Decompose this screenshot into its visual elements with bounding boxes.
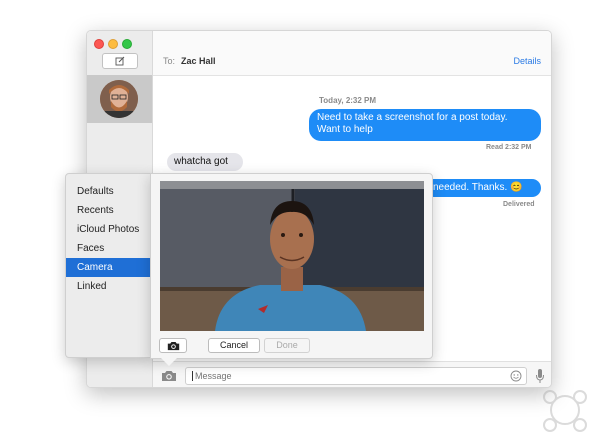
cancel-button[interactable]: Cancel [208,338,260,353]
close-window-button[interactable] [94,39,104,49]
outgoing-message-text: needed. Thanks. [433,182,511,193]
menu-item-recents[interactable]: Recents [66,201,150,220]
read-receipt: Read 2:32 PM [486,144,532,151]
menu-item-linked[interactable]: Linked [66,277,150,296]
outgoing-message-line: Need to take a screenshot for a post tod… [317,112,508,123]
minimize-window-button[interactable] [108,39,118,49]
to-label: To: [163,56,176,66]
take-photo-button[interactable] [159,338,187,353]
outgoing-message: Need to take a screenshot for a post tod… [309,109,541,141]
menu-item-defaults[interactable]: Defaults [66,182,150,201]
emoji-icon[interactable] [510,370,522,382]
compose-button[interactable] [102,53,138,69]
camera-icon [162,371,176,381]
popover-arrow [161,358,177,366]
watermark-logo [543,390,587,432]
done-button[interactable]: Done [264,338,310,353]
avatar [100,80,138,118]
message-field[interactable] [185,367,527,385]
outgoing-message-line: Want to help [317,124,373,135]
camera-button[interactable] [159,368,179,384]
emoji-smile: 😊 [510,182,523,193]
message-timestamp: Today, 2:32 PM [319,96,377,105]
details-link[interactable]: Details [513,56,541,66]
camera-icon [167,341,179,350]
camera-preview [160,181,424,331]
recipient-name: Zac Hall [181,56,216,66]
conversation-header: To: Zac Hall Details [153,31,551,76]
menu-item-icloud-photos[interactable]: iCloud Photos [66,220,150,239]
conversation-item[interactable] [87,75,152,123]
message-input[interactable] [192,371,492,381]
incoming-message: whatcha got [167,153,243,171]
zoom-window-button[interactable] [122,39,132,49]
outgoing-message: needed. Thanks. 😊 [425,179,541,197]
input-bar [153,361,551,387]
photo-source-menu: Defaults Recents iCloud Photos Faces Cam… [65,173,151,358]
menu-item-faces[interactable]: Faces [66,239,150,258]
menu-item-camera[interactable]: Camera [66,258,150,277]
delivered-status: Delivered [503,201,535,208]
camera-popover: Cancel Done [150,173,433,366]
microphone-icon[interactable] [535,368,545,384]
compose-icon [115,56,125,66]
